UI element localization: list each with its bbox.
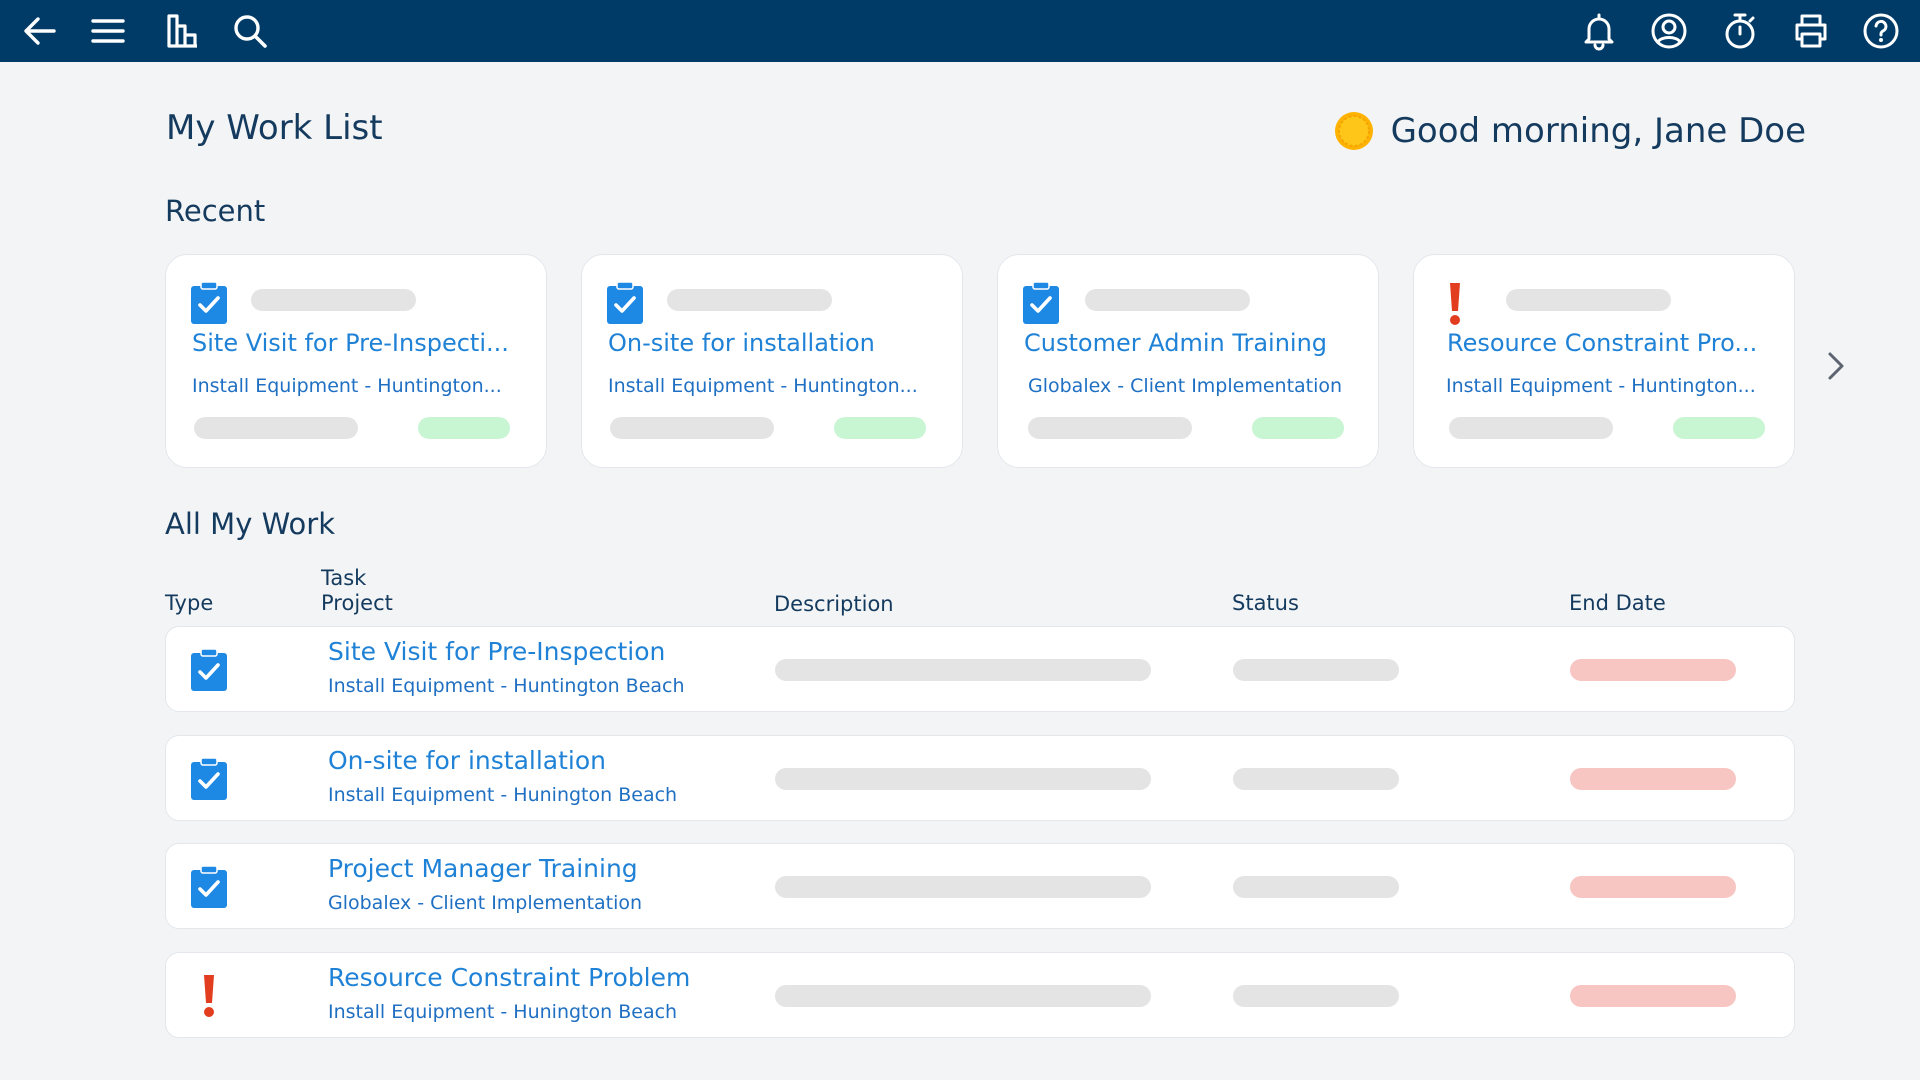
row-task-link[interactable]: Resource Constraint Problem xyxy=(328,963,690,992)
top-bar xyxy=(0,0,1920,62)
column-header-task[interactable]: Task xyxy=(321,565,366,591)
table-row[interactable]: Resource Constraint Problem Install Equi… xyxy=(165,952,1795,1038)
recent-card[interactable]: Resource Constraint Pro... Install Equip… xyxy=(1413,254,1795,468)
column-header-end-date[interactable]: End Date xyxy=(1569,590,1666,616)
recent-card[interactable]: Site Visit for Pre-Inspecti... Install E… xyxy=(165,254,547,468)
status-placeholder xyxy=(418,417,510,439)
placeholder-bar xyxy=(610,417,774,439)
card-project[interactable]: Install Equipment - Huntington... xyxy=(1446,375,1766,397)
bell-icon[interactable] xyxy=(1577,9,1621,53)
description-placeholder xyxy=(775,768,1151,790)
end-date-placeholder xyxy=(1570,876,1736,898)
row-project-link[interactable]: Install Equipment - Huntington Beach xyxy=(328,675,685,697)
table-row[interactable]: On-site for installation Install Equipme… xyxy=(165,735,1795,821)
issue-exclamation-icon xyxy=(204,975,214,1017)
greeting-text: Good morning, Jane Doe xyxy=(1390,111,1806,151)
placeholder-bar xyxy=(1449,417,1613,439)
placeholder-bar xyxy=(251,289,416,311)
end-date-placeholder xyxy=(1570,768,1736,790)
greeting: Good morning, Jane Doe xyxy=(1331,108,1806,154)
issue-exclamation-icon xyxy=(1450,283,1460,325)
sun-icon xyxy=(1334,112,1373,150)
task-clipboard-icon xyxy=(191,865,227,908)
card-project[interactable]: Globalex - Client Implementation xyxy=(1028,375,1348,397)
table-row[interactable]: Project Manager Training Globalex - Clie… xyxy=(165,843,1795,929)
task-clipboard-icon xyxy=(191,648,227,691)
row-task-link[interactable]: On-site for installation xyxy=(328,746,606,775)
placeholder-bar xyxy=(1028,417,1192,439)
recent-section-title: Recent xyxy=(165,194,266,228)
help-icon[interactable] xyxy=(1859,9,1903,53)
column-header-type[interactable]: Type xyxy=(165,590,213,616)
status-placeholder xyxy=(1233,768,1399,790)
placeholder-bar xyxy=(1506,289,1671,311)
task-clipboard-icon xyxy=(191,281,227,324)
column-header-description[interactable]: Description xyxy=(774,591,894,617)
card-title[interactable]: Customer Admin Training xyxy=(1024,329,1364,357)
task-clipboard-icon xyxy=(191,757,227,800)
card-project[interactable]: Install Equipment - Huntington... xyxy=(192,375,512,397)
status-placeholder xyxy=(1233,985,1399,1007)
end-date-placeholder xyxy=(1570,985,1736,1007)
status-placeholder xyxy=(1233,659,1399,681)
card-title[interactable]: Resource Constraint Pro... xyxy=(1447,329,1787,357)
card-title[interactable]: On-site for installation xyxy=(608,329,948,357)
column-header-project[interactable]: Project xyxy=(321,590,393,616)
row-project-link[interactable]: Install Equipment - Hunington Beach xyxy=(328,1001,677,1023)
row-project-link[interactable]: Globalex - Client Implementation xyxy=(328,892,642,914)
description-placeholder xyxy=(775,659,1151,681)
placeholder-bar xyxy=(1085,289,1250,311)
status-placeholder xyxy=(1673,417,1765,439)
status-placeholder xyxy=(1252,417,1344,439)
recent-card[interactable]: Customer Admin Training Globalex - Clien… xyxy=(997,254,1379,468)
reports-icon[interactable] xyxy=(160,9,204,53)
task-clipboard-icon xyxy=(607,281,643,324)
menu-icon[interactable] xyxy=(86,9,130,53)
description-placeholder xyxy=(775,876,1151,898)
placeholder-bar xyxy=(667,289,832,311)
print-icon[interactable] xyxy=(1789,9,1833,53)
row-task-link[interactable]: Site Visit for Pre-Inspection xyxy=(328,637,665,666)
card-project[interactable]: Install Equipment - Huntington... xyxy=(608,375,928,397)
status-placeholder xyxy=(1233,876,1399,898)
row-project-link[interactable]: Install Equipment - Hunington Beach xyxy=(328,784,677,806)
search-icon[interactable] xyxy=(228,9,272,53)
placeholder-bar xyxy=(194,417,358,439)
task-clipboard-icon xyxy=(1023,281,1059,324)
card-title[interactable]: Site Visit for Pre-Inspecti... xyxy=(192,329,532,357)
row-task-link[interactable]: Project Manager Training xyxy=(328,854,638,883)
page-title: My Work List xyxy=(166,108,383,148)
chevron-right-icon[interactable] xyxy=(1822,344,1850,388)
timer-icon[interactable] xyxy=(1718,9,1762,53)
end-date-placeholder xyxy=(1570,659,1736,681)
table-row[interactable]: Site Visit for Pre-Inspection Install Eq… xyxy=(165,626,1795,712)
recent-card[interactable]: On-site for installation Install Equipme… xyxy=(581,254,963,468)
all-work-section-title: All My Work xyxy=(165,507,336,541)
description-placeholder xyxy=(775,985,1151,1007)
column-header-status[interactable]: Status xyxy=(1232,590,1299,616)
back-arrow-icon[interactable] xyxy=(18,9,62,53)
user-icon[interactable] xyxy=(1647,9,1691,53)
status-placeholder xyxy=(834,417,926,439)
